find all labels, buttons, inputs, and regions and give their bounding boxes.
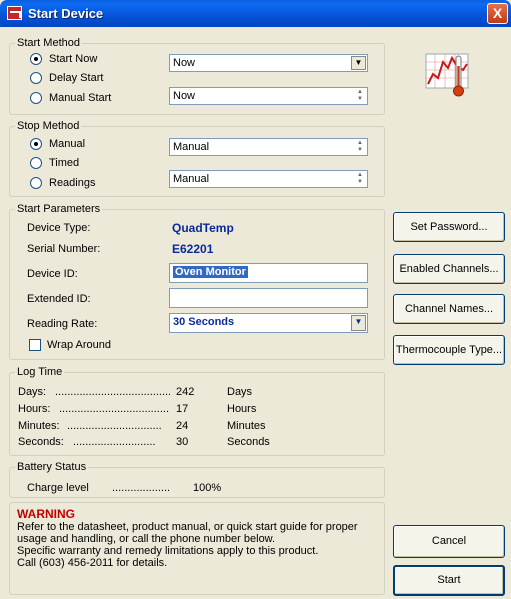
thermocouple-type-button[interactable]: Thermocouple Type... [393,335,505,365]
close-button[interactable]: X [487,3,508,24]
manual-start-label: Manual Start [49,92,112,104]
delay-start-label: Delay Start [49,72,104,84]
device-id-value: Oven Monitor [173,266,248,278]
app-logo-icon [7,6,22,20]
device-id-input[interactable]: Oven Monitor [169,263,368,283]
radio-dot [30,72,42,84]
stop-mode-spinner[interactable]: Manual ▲ ▼ [169,138,368,156]
extended-id-label: Extended ID: [27,293,91,305]
enabled-channels-button[interactable]: Enabled Channels... [393,254,505,284]
radio-dot [30,138,42,150]
start-time-spinner[interactable]: Now ▲ ▼ [169,87,368,105]
warning-line: Refer to the datasheet, product manual, … [17,521,358,533]
reading-rate-label: Reading Rate: [27,318,98,330]
warning-line: Call (603) 456-2011 for details. [17,557,168,569]
seconds-unit: Seconds [227,436,270,448]
start-parameters-label: Start Parameters [17,203,101,215]
stop-timed-label: Timed [49,157,80,169]
window-title: Start Device [28,6,104,21]
stop-timed-radio[interactable]: Timed [30,157,79,169]
stop-manual-radio[interactable]: Manual [30,138,85,150]
stop-mode-value: Manual [173,141,210,153]
start-button[interactable]: Start [393,565,505,596]
warning-text: Refer to the datasheet, product manual, … [17,521,382,569]
seconds-label: Seconds: [18,436,64,448]
days-unit: Days [227,386,253,398]
device-id-label: Device ID: [27,268,78,280]
hours-value: 17 [176,403,189,415]
warning-title: WARNING [17,507,75,521]
start-device-dialog: Start Device X Start Method Start Now De… [0,0,511,599]
wrap-around-label: Wrap Around [47,339,112,351]
radio-dot [30,177,42,189]
device-type-label: Device Type: [27,222,91,234]
device-type-value: QuadTemp [172,221,234,235]
spinner-icon[interactable]: ▲ ▼ [354,140,366,154]
extended-id-input[interactable] [169,288,368,308]
chevron-down-icon[interactable]: ▼ [351,56,366,70]
delay-start-radio[interactable]: Delay Start [30,72,103,84]
radio-dot [30,92,42,104]
stop-readings-label: Readings [49,177,96,189]
radio-dot [30,157,42,169]
serial-number-label: Serial Number: [27,243,101,255]
radio-dot [30,53,42,65]
stop-method-label: Stop Method [17,120,80,132]
charge-level-dots: ................... [112,482,171,494]
start-now-label: Start Now [49,53,98,65]
hours-dots: ..................................... [59,403,170,415]
channel-names-button[interactable]: Channel Names... [393,294,505,324]
stop-manual-label: Manual [49,138,86,150]
days-dots: ...................................... [55,386,170,398]
days-label: Days: [18,386,47,398]
chart-thermometer-icon [425,53,469,97]
days-value: 242 [176,386,195,398]
start-time-value: Now [173,90,196,102]
serial-number-value: E62201 [172,242,214,256]
set-password-button[interactable]: Set Password... [393,212,505,242]
hours-unit: Hours [227,403,257,415]
stop-readings-radio[interactable]: Readings [30,177,95,189]
manual-start-radio[interactable]: Manual Start [30,92,111,104]
chevron-down-icon[interactable]: ▼ [351,315,366,331]
spinner-icon[interactable]: ▲ ▼ [354,172,366,186]
stop-value-spinner[interactable]: Manual ▲ ▼ [169,170,368,188]
minutes-dots: ............................... [67,420,162,432]
cancel-button[interactable]: Cancel [393,525,505,558]
warning-line: usage and handling, or call the phone nu… [17,533,276,545]
battery-status-label: Battery Status [17,461,87,473]
start-method-label: Start Method [17,37,80,49]
charge-level-value: 100% [193,482,222,494]
title-bar[interactable]: Start Device X [0,0,511,27]
minutes-unit: Minutes [227,420,266,432]
reading-rate-dropdown[interactable]: 30 Seconds ▼ [169,313,368,333]
start-delay-value: Now [173,57,196,69]
hours-label: Hours: [18,403,51,415]
warning-line: Specific warranty and remedy limitations… [17,545,319,557]
spinner-icon[interactable]: ▲ ▼ [354,89,366,103]
reading-rate-value: 30 Seconds [173,316,235,328]
minutes-value: 24 [176,420,189,432]
charge-level-label: Charge level [27,482,89,494]
seconds-dots: ........................... [73,436,156,448]
log-time-label: Log Time [17,366,63,378]
start-now-radio[interactable]: Start Now [30,53,97,65]
wrap-around-checkbox[interactable] [29,339,41,351]
start-delay-dropdown[interactable]: Now ▼ [169,54,368,72]
minutes-label: Minutes: [18,420,60,432]
stop-value-value: Manual [173,173,210,185]
seconds-value: 30 [176,436,189,448]
